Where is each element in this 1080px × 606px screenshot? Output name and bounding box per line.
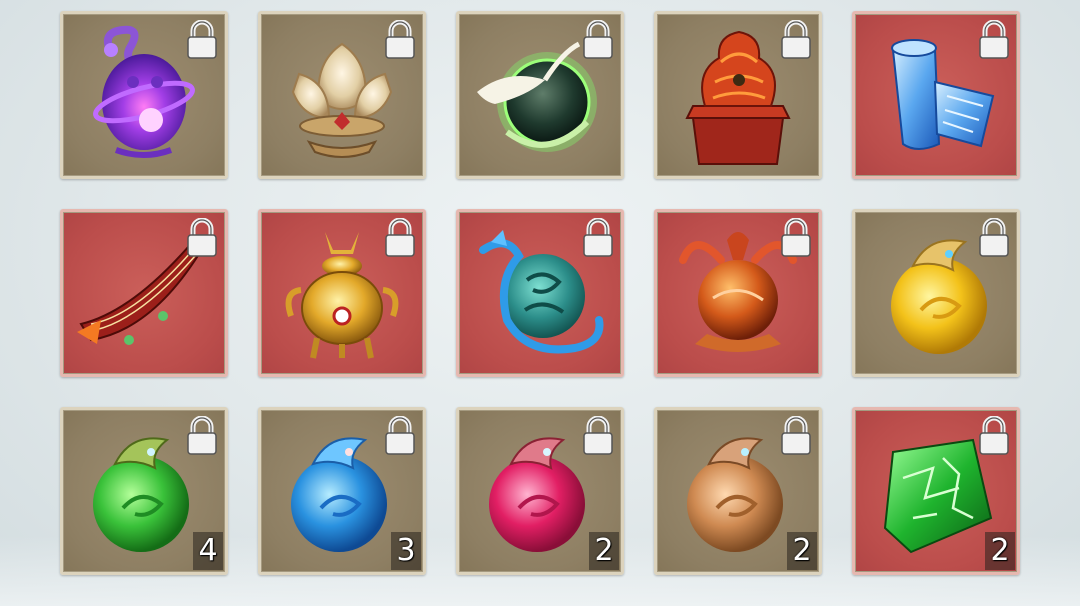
lock-icon	[979, 416, 1009, 455]
inventory-slot[interactable]	[654, 11, 822, 179]
lock-icon	[781, 20, 811, 59]
inventory-slot[interactable]	[456, 209, 624, 377]
lock-icon	[781, 218, 811, 257]
item-count: 2	[787, 532, 817, 570]
inventory-slot[interactable]	[60, 11, 228, 179]
inventory-slot[interactable]	[456, 11, 624, 179]
lock-icon	[583, 416, 613, 455]
inventory-slot[interactable]: 2	[852, 407, 1020, 575]
lock-icon	[385, 218, 415, 257]
inventory-slot[interactable]	[654, 209, 822, 377]
inventory-slot[interactable]: 3	[258, 407, 426, 575]
item-count: 4	[193, 532, 223, 570]
lock-icon	[187, 20, 217, 59]
lock-icon	[385, 20, 415, 59]
inventory-slot[interactable]	[852, 209, 1020, 377]
lock-icon	[385, 416, 415, 455]
item-count: 3	[391, 532, 421, 570]
lock-icon	[187, 218, 217, 257]
lock-icon	[979, 20, 1009, 59]
item-count: 2	[985, 532, 1015, 570]
lock-icon	[187, 416, 217, 455]
lock-icon	[583, 218, 613, 257]
lock-icon	[583, 20, 613, 59]
item-count: 2	[589, 532, 619, 570]
inventory-slot[interactable]	[60, 209, 228, 377]
inventory-slot[interactable]	[258, 209, 426, 377]
lock-icon	[979, 218, 1009, 257]
inventory-slot[interactable]: 2	[654, 407, 822, 575]
lock-icon	[781, 416, 811, 455]
inventory-grid: 4 3 2 2 2	[60, 11, 1020, 575]
inventory-slot[interactable]: 2	[456, 407, 624, 575]
inventory-slot[interactable]	[852, 11, 1020, 179]
inventory-slot[interactable]	[258, 11, 426, 179]
inventory-slot[interactable]: 4	[60, 407, 228, 575]
